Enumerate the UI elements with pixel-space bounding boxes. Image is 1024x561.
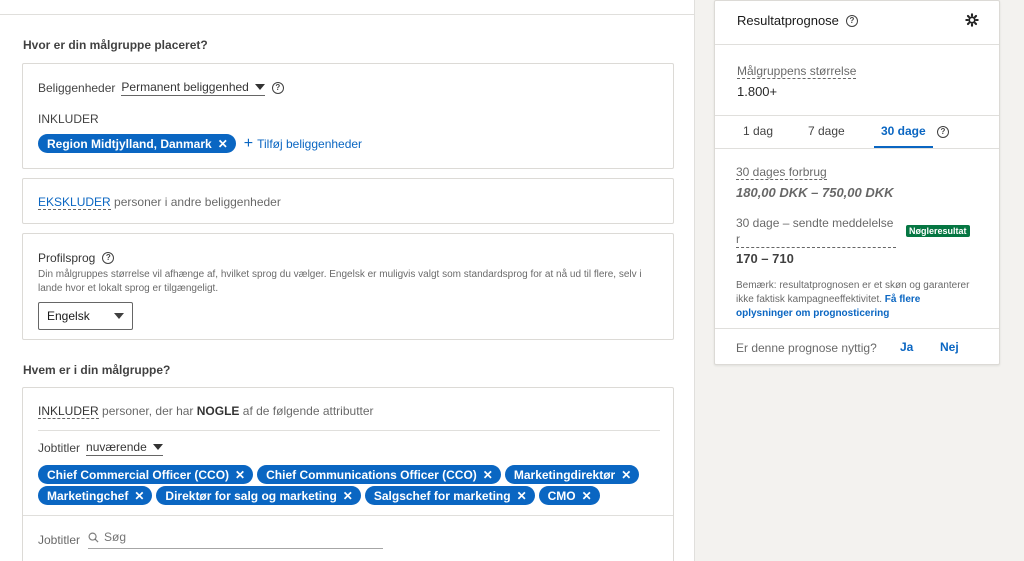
jobtitle-pill[interactable]: CMO ✕ [538,486,600,505]
exclude-link[interactable]: EKSKLUDER [38,195,111,210]
help-icon[interactable]: ? [271,82,284,94]
divider [715,115,999,116]
remove-icon[interactable]: ✕ [582,489,592,503]
caret-down-icon [254,84,265,90]
pill-label: Marketingchef [47,488,129,503]
remove-icon[interactable]: ✕ [218,137,228,151]
include-label: INKLUDER [38,112,99,126]
divider [715,148,999,149]
add-locations-link[interactable]: + Tilføj beliggenheder [244,135,362,153]
divider [38,430,660,431]
help-icon[interactable]: ? [845,14,858,27]
jobtitle-pill[interactable]: Marketingchef ✕ [38,486,153,505]
remove-icon[interactable]: ✕ [235,468,245,482]
location-section-title: Hvor er din målgruppe placeret? [23,38,208,52]
profile-language-title: Profilsprog [38,251,96,265]
include-audience-text-1: personer, der har [102,404,194,418]
audience-size-label: Målgruppens størrelse [737,64,857,79]
divider [715,44,999,45]
jobtitle-pill[interactable]: Chief Commercial Officer (CCO) ✕ [38,465,254,484]
plus-icon: + [243,134,254,152]
search-jobtitles-label: Jobtitler [38,532,81,547]
jobtitle-pill[interactable]: Marketingdirektør ✕ [504,465,640,484]
audience-card: INKLUDER personer, der har NOGLE af de f… [22,387,674,561]
exclude-card: EKSKLUDER personer i andre beliggenheder [22,178,674,224]
pill-label: CMO [547,488,576,503]
exclude-text: personer i andre beliggenheder [114,195,281,209]
language-select[interactable]: Engelsk [38,302,133,330]
remove-icon[interactable]: ✕ [517,489,527,503]
gear-icon[interactable] [965,13,979,27]
audience-size-value: 1.800+ [737,84,778,99]
spend-value: 180,00 DKK – 750,00 DKK [736,185,894,200]
pill-label: Direktør for salg og marketing [165,488,337,503]
messages-label-line-2: r [736,232,740,246]
location-type-dropdown[interactable]: Permanent beliggenhed [121,80,265,96]
jobtitle-search-field[interactable] [88,530,384,549]
campaign-targeting-panel: Hvor er din målgruppe placeret? Beliggen… [0,0,695,561]
profile-language-description: Din målgruppes størrelse vil afhænge af,… [38,269,642,294]
remove-icon[interactable]: ✕ [343,489,353,503]
pill-label: Chief Communications Officer (CCO) [266,467,477,482]
messages-value: 170 – 710 [736,251,794,266]
pill-label: Salgschef for marketing [373,488,511,503]
divider [23,515,673,516]
messages-label: 30 dage – sendte meddelelse r [736,215,896,248]
tab-1-day[interactable]: 1 dag [743,124,773,138]
include-audience-text-2: af de følgende attributter [242,404,374,418]
divider [715,328,999,329]
audience-section-title: Hvem er i din målgruppe? [23,363,171,377]
messages-label-line-1: 30 dage – sendte meddelelse [736,216,894,230]
help-icon[interactable]: ? [937,126,949,138]
pill-label: Marketingdirektør [513,467,616,482]
disclaimer-text: Bemærk: resultatprognosen er et skøn og … [736,280,970,305]
location-pill[interactable]: Region Midtjylland, Danmark ✕ [38,134,236,153]
top-divider [0,0,694,15]
jobtitles-label: Jobtitler [38,441,81,455]
feedback-yes-button[interactable]: Ja [900,340,913,354]
jobtitles-timing-value: nuværende [86,440,147,454]
remove-icon[interactable]: ✕ [483,468,493,482]
include-audience-bold: NOGLE [196,404,240,418]
location-type-value: Permanent beliggenhed [121,80,249,94]
locations-label: Beliggenheder [38,81,116,95]
include-audience-link[interactable]: INKLUDER [38,404,99,419]
remove-icon[interactable]: ✕ [621,468,631,482]
add-locations-label: Tilføj beliggenheder [257,136,363,151]
jobtitle-pill[interactable]: Direktør for salg og marketing ✕ [156,486,361,505]
caret-down-icon [152,444,163,450]
feedback-question: Er denne prognose nyttig? [736,341,877,355]
forecast-disclaimer: Bemærk: resultatprognosen er et skøn og … [736,279,972,321]
tab-30-days[interactable]: 30 dage [881,124,926,138]
forecast-title: Resultatprognose [737,13,839,28]
location-card: Beliggenheder Permanent beliggenhed ? IN… [22,63,674,169]
pill-label: Region Midtjylland, Danmark [47,136,212,151]
jobtitle-pill[interactable]: Salgschef for marketing ✕ [364,486,535,505]
jobtitles-timing-dropdown[interactable]: nuværende [86,440,163,456]
key-result-badge: Nøgleresultat [906,225,970,237]
search-icon [88,532,99,543]
caret-down-icon [114,313,124,319]
help-icon[interactable]: ? [102,252,115,264]
jobtitle-search-input[interactable] [104,530,375,544]
profile-language-card: Profilsprog ? Din målgruppes størrelse v… [22,233,674,340]
jobtitle-pill[interactable]: Chief Communications Officer (CCO) ✕ [257,465,501,484]
pill-label: Chief Commercial Officer (CCO) [47,467,230,482]
tab-7-days[interactable]: 7 dage [808,124,845,138]
feedback-no-button[interactable]: Nej [940,340,959,354]
language-select-value: Engelsk [47,309,90,323]
remove-icon[interactable]: ✕ [134,489,144,503]
spend-label: 30 dages forbrug [736,165,827,180]
